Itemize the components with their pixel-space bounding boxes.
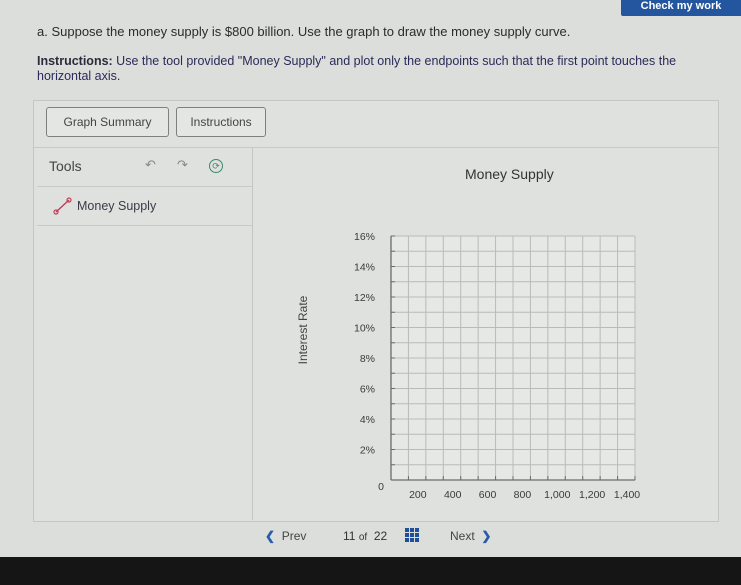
screen-bezel [0, 557, 741, 585]
page-indicator: 11 of 22 [343, 529, 387, 543]
money-supply-chart[interactable]: 0 200 400 600 800 1,000 1,200 1,400 2% 4% 6% 8% 10% 1… [0, 0, 741, 585]
page-total: 22 [373, 529, 388, 543]
x-tick-label: 400 [444, 489, 462, 501]
next-label: Next [450, 529, 475, 543]
chevron-right-icon: ❯ [481, 529, 492, 543]
page-current: 11 [343, 529, 356, 543]
prev-button[interactable]: ❮ Prev [265, 529, 306, 543]
y-tick-label: 16% [354, 231, 375, 243]
y-tick-label: 12% [354, 292, 375, 304]
next-button[interactable]: Next ❯ [450, 529, 491, 543]
y-tick-label: 14% [354, 262, 375, 274]
page-of: of [358, 532, 368, 543]
y-tick-label: 4% [360, 414, 375, 426]
x-tick-label: 1,400 [614, 489, 640, 501]
pagination-nav: ❮ Prev 11 of 22 Next ❯ [0, 522, 741, 552]
x-tick-label: 1,000 [544, 489, 570, 501]
x-tick-label: 0 [378, 481, 384, 493]
x-tick-label: 1,200 [579, 489, 605, 501]
y-tick-label: 10% [354, 323, 375, 335]
x-tick-label: 800 [514, 489, 532, 501]
chevron-left-icon: ❮ [265, 529, 276, 543]
prev-label: Prev [281, 529, 307, 543]
y-tick-label: 2% [360, 445, 375, 457]
grid-menu-icon[interactable] [405, 528, 420, 543]
y-tick-label: 6% [360, 384, 375, 396]
y-tick-label: 8% [360, 353, 375, 365]
x-tick-label: 200 [409, 489, 427, 501]
x-tick-label: 600 [479, 489, 497, 501]
